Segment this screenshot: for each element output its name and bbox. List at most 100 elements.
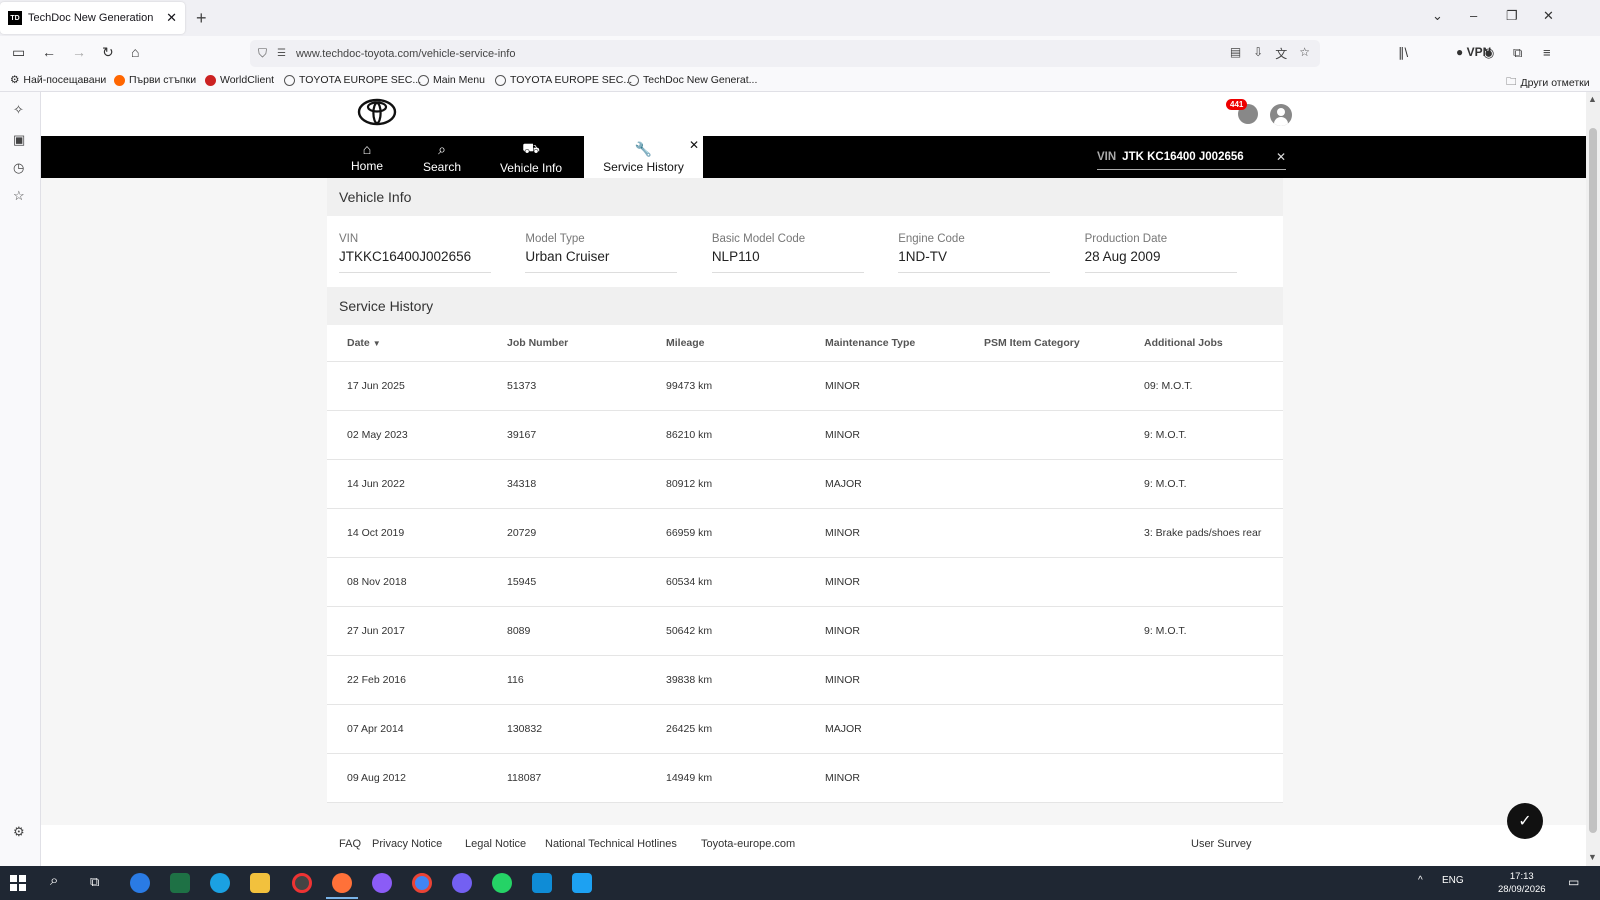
forward-icon[interactable]: → — [72, 44, 86, 60]
footer-link-survey[interactable]: User Survey — [1191, 838, 1252, 850]
scrollbar-thumb[interactable] — [1589, 128, 1597, 833]
table-row[interactable]: 14 Jun 2022 34318 80912 km MAJOR 9: M.O.T. — [327, 460, 1283, 509]
user-avatar-icon[interactable] — [1270, 104, 1292, 126]
page-scrollbar[interactable]: ▲ ▼ — [1586, 92, 1600, 866]
footer-link-privacy[interactable]: Privacy Notice — [372, 838, 442, 850]
bookmark-star-icon[interactable]: ☆ — [1299, 45, 1310, 62]
tray-chevron-icon[interactable]: ^ — [1418, 875, 1423, 886]
page-settings-icon[interactable]: ☰ — [277, 48, 286, 59]
viber-icon[interactable] — [452, 873, 472, 893]
bookmark-item[interactable]: ⚙ Най-посещавани — [10, 74, 106, 86]
footer-link-faq[interactable]: FAQ — [339, 838, 361, 850]
table-row[interactable]: 02 May 2023 39167 86210 km MINOR 9: M.O.T. — [327, 411, 1283, 460]
app-icon-4[interactable] — [532, 873, 552, 893]
notifications-icon[interactable]: 441 — [1226, 99, 1258, 124]
shield-icon[interactable]: ⛉ — [258, 46, 267, 61]
table-row[interactable]: 14 Oct 2019 20729 66959 km MINOR 3: Brake pa… — [327, 509, 1283, 558]
library-icon[interactable]: ∥\ — [1398, 45, 1408, 61]
table-cell: 9: M.O.T. — [1144, 478, 1187, 490]
reload-icon[interactable]: ↻ — [102, 44, 114, 61]
sidebar-settings-icon[interactable]: ⚙ — [13, 824, 25, 840]
menu-search[interactable]: ⌕ Search — [421, 136, 463, 178]
account-icon[interactable]: ◉ — [1483, 45, 1494, 61]
table-row[interactable]: 17 Jun 2025 51373 99473 km MINOR 09: M.O.T. — [327, 362, 1283, 411]
footer-link-hotlines[interactable]: National Technical Hotlines — [545, 838, 677, 850]
history-icon[interactable]: ◷ — [13, 160, 24, 176]
bookmark-item[interactable]: TechDoc New Generat... — [628, 74, 757, 86]
sort-desc-icon[interactable]: ▼ — [373, 339, 381, 348]
table-row[interactable]: 09 Aug 2012 118087 14949 km MINOR — [327, 754, 1283, 803]
scroll-down-icon[interactable]: ▼ — [1588, 852, 1597, 862]
back-icon[interactable]: ← — [42, 44, 56, 60]
table-row[interactable]: 08 Nov 2018 15945 60534 km MINOR — [327, 558, 1283, 607]
home-browser-icon[interactable]: ⌂ — [131, 44, 139, 60]
bookmark-item[interactable]: TOYOTA EUROPE SEC... — [495, 74, 632, 86]
sidebar-toggle-icon[interactable]: ▭ — [12, 44, 25, 61]
column-date[interactable]: Date ▼ — [327, 337, 507, 349]
url-text[interactable]: www.techdoc-toyota.com/vehicle-service-i… — [296, 48, 515, 60]
bookmark-item[interactable]: Main Menu — [418, 74, 485, 86]
restore-icon[interactable]: ❐ — [1506, 8, 1518, 24]
file-explorer-icon[interactable] — [250, 873, 270, 893]
app-icon-3[interactable] — [372, 873, 392, 893]
ai-chat-icon[interactable]: ✧ — [13, 102, 24, 118]
app-icon-1[interactable] — [130, 873, 150, 893]
table-row[interactable]: 07 Apr 2014 130832 26425 km MAJOR — [327, 705, 1283, 754]
excel-icon[interactable] — [170, 873, 190, 893]
footer-link-legal[interactable]: Legal Notice — [465, 838, 526, 850]
clear-vin-icon[interactable]: ✕ — [1276, 150, 1286, 164]
window-close-icon[interactable]: ✕ — [1543, 8, 1554, 24]
menu-service-history[interactable]: 🔧 Service History ✕ — [584, 136, 703, 178]
extensions-icon[interactable]: ⧉ — [1513, 45, 1522, 61]
tab-close-icon[interactable]: ✕ — [166, 10, 177, 26]
bookmarks-icon[interactable]: ☆ — [13, 188, 25, 204]
cookie-settings-button[interactable]: ✓ — [1507, 803, 1543, 839]
menu-vehicle-info[interactable]: ⛟ Vehicle Info — [495, 136, 567, 178]
column-job-number[interactable]: Job Number — [507, 337, 666, 349]
save-page-icon[interactable]: ⇩ — [1253, 45, 1263, 62]
new-tab-icon[interactable]: + — [196, 8, 207, 29]
site-header: 441 — [41, 92, 1586, 136]
column-mileage[interactable]: Mileage — [666, 337, 825, 349]
table-row[interactable]: 22 Feb 2016 116 39838 km MINOR — [327, 656, 1283, 705]
bookmark-item[interactable]: WorldClient — [205, 74, 274, 86]
vin-search-field[interactable]: VIN JTK KC16400 J002656 ✕ — [1097, 144, 1286, 170]
toyota-logo[interactable] — [357, 98, 397, 126]
column-additional-jobs[interactable]: Additional Jobs — [1144, 337, 1283, 349]
folder-icon: 🗀 — [1506, 76, 1517, 88]
chrome-icon[interactable] — [412, 873, 432, 893]
table-cell: MINOR — [825, 625, 860, 637]
tab-list-icon[interactable]: ⌄ — [1432, 8, 1443, 24]
table-cell: 9: M.O.T. — [1144, 429, 1187, 441]
start-icon[interactable] — [10, 875, 26, 891]
translate-icon[interactable]: 文 — [1275, 45, 1287, 62]
vin-value[interactable]: JTK KC16400 J002656 — [1122, 151, 1243, 163]
firefox-taskbar-icon[interactable] — [332, 873, 352, 893]
whatsapp-icon[interactable] — [492, 873, 512, 893]
task-view-icon[interactable]: ⧉ — [90, 874, 99, 890]
bookmark-item[interactable]: TOYOTA EUROPE SEC... — [284, 74, 421, 86]
footer-link-toyota[interactable]: Toyota-europe.com — [701, 838, 795, 850]
menu-home[interactable]: ⌂ Home — [347, 136, 387, 178]
app-icon-5[interactable] — [572, 873, 592, 893]
language-indicator[interactable]: ENG — [1442, 875, 1464, 886]
edge-icon[interactable] — [210, 873, 230, 893]
notification-center-icon[interactable]: ▭ — [1568, 875, 1579, 889]
browser-tab[interactable]: TD TechDoc New Generation ✕ — [0, 2, 185, 34]
column-psm-item-category[interactable]: PSM Item Category — [984, 337, 1144, 349]
bookmark-item[interactable]: Първи стъпки — [114, 74, 196, 86]
app-icon-2[interactable] — [292, 873, 312, 893]
other-bookmarks[interactable]: 🗀 Други отметки — [1506, 74, 1590, 92]
reader-view-icon[interactable]: ▤ — [1230, 45, 1241, 62]
address-bar[interactable]: ⛉ ☰ www.techdoc-toyota.com/vehicle-servi… — [250, 40, 1320, 67]
table-row[interactable]: 27 Jun 2017 8089 50642 km MINOR 9: M.O.T. — [327, 607, 1283, 656]
scroll-up-icon[interactable]: ▲ — [1588, 94, 1597, 104]
search-taskbar-icon[interactable]: ⌕ — [50, 872, 58, 889]
minimize-icon[interactable]: – — [1470, 8, 1477, 23]
app-menu-icon[interactable]: ≡ — [1543, 45, 1551, 60]
vin-label: VIN — [1097, 150, 1117, 163]
clock[interactable]: 17:13 28/09/2026 — [1498, 870, 1546, 896]
close-tab-icon[interactable]: ✕ — [689, 138, 699, 152]
synced-tabs-icon[interactable]: ▣ — [13, 132, 25, 148]
column-maintenance-type[interactable]: Maintenance Type — [825, 337, 984, 349]
